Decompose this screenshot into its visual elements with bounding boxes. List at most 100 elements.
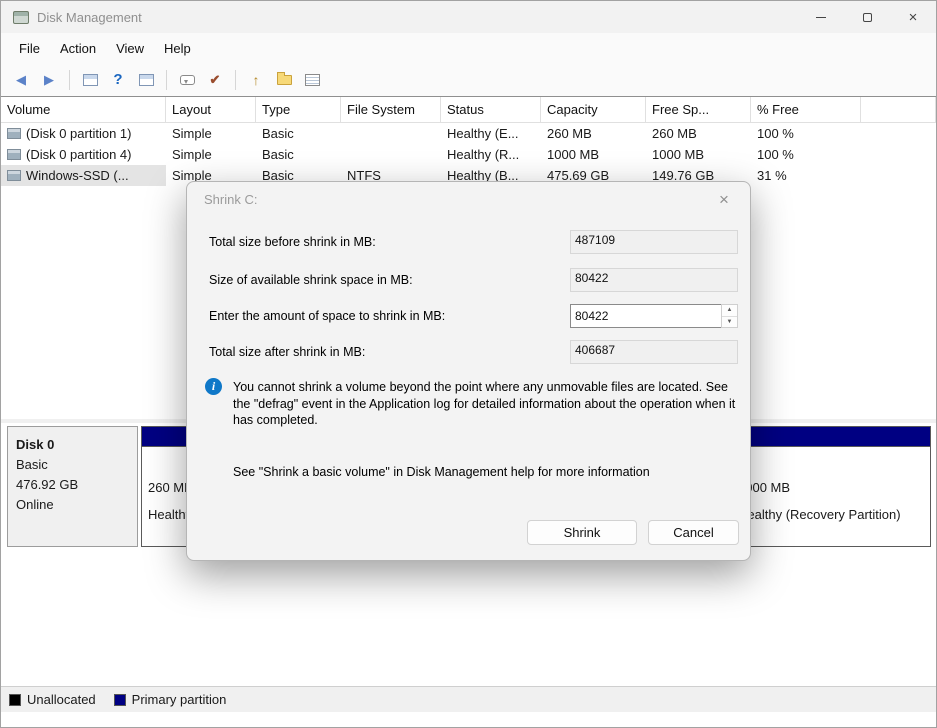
list-view-icon[interactable]	[300, 68, 324, 92]
close-icon: ×	[909, 9, 918, 26]
minimize-button[interactable]	[798, 1, 844, 33]
menu-view[interactable]: View	[106, 37, 154, 60]
column-filesystem[interactable]: File System	[341, 97, 441, 122]
shrink-amount-label: Enter the amount of space to shrink in M…	[209, 309, 445, 323]
pctfree-cell: 31 %	[751, 165, 861, 186]
toolbar-separator	[166, 70, 167, 90]
toolbar-separator	[235, 70, 236, 90]
status-cell: Healthy (E...	[441, 123, 541, 144]
show-console-tree-icon[interactable]	[78, 68, 102, 92]
freespace-cell: 1000 MB	[646, 144, 751, 165]
table-row[interactable]: (Disk 0 partition 1) Simple Basic Health…	[1, 123, 936, 144]
info-icon: i	[205, 378, 222, 395]
legend-item-unallocated: Unallocated	[9, 692, 96, 707]
capacity-cell: 1000 MB	[541, 144, 646, 165]
shrink-dialog: Shrink C: × Total size before shrink in …	[186, 181, 751, 561]
close-button[interactable]: ×	[890, 1, 936, 33]
toolbar-separator	[69, 70, 70, 90]
menu-action[interactable]: Action	[50, 37, 106, 60]
bubble-glyph	[180, 75, 195, 85]
volume-name: Windows-SSD (...	[26, 168, 129, 183]
column-layout[interactable]: Layout	[166, 97, 256, 122]
layout-cell: Simple	[166, 144, 256, 165]
console-tree-glyph	[83, 74, 98, 86]
spinner-control: ▲ ▼	[721, 304, 738, 328]
folder-icon[interactable]	[272, 68, 296, 92]
pctfree-cell: 100 %	[751, 123, 861, 144]
close-icon: ×	[719, 190, 729, 210]
primary-partition-swatch-icon	[114, 694, 126, 706]
type-cell: Basic	[256, 144, 341, 165]
partition-color-strip	[732, 427, 930, 447]
cancel-button[interactable]: Cancel	[648, 520, 739, 545]
filesystem-cell	[341, 123, 441, 144]
legend-label: Primary partition	[132, 692, 227, 707]
app-icon	[13, 11, 29, 24]
shrink-amount-field: 80422 ▲ ▼	[570, 304, 738, 328]
volume-icon	[7, 170, 21, 181]
volume-cell: Windows-SSD (...	[1, 165, 166, 186]
column-volume[interactable]: Volume	[1, 97, 166, 122]
title-bar: Disk Management ×	[1, 1, 936, 33]
partition-block-recovery[interactable]: 1000 MB Healthy (Recovery Partition)	[731, 426, 931, 547]
disk-status: Online	[16, 495, 137, 515]
layout-cell: Simple	[166, 123, 256, 144]
maximize-icon	[863, 13, 872, 22]
column-type[interactable]: Type	[256, 97, 341, 122]
total-after-value: 406687	[570, 340, 738, 364]
table-row[interactable]: (Disk 0 partition 4) Simple Basic Health…	[1, 144, 936, 165]
help-text: See "Shrink a basic volume" in Disk Mana…	[233, 465, 738, 479]
disk-name: Disk 0	[16, 435, 137, 455]
column-freespace[interactable]: Free Sp...	[646, 97, 751, 122]
shrink-amount-input[interactable]: 80422	[570, 304, 721, 328]
available-shrink-value: 80422	[570, 268, 738, 292]
shrink-button[interactable]: Shrink	[527, 520, 637, 545]
help-icon[interactable]: ?	[106, 68, 130, 92]
menu-help[interactable]: Help	[154, 37, 201, 60]
list-glyph	[305, 74, 320, 86]
capacity-cell: 260 MB	[541, 123, 646, 144]
toolbar: ◀ ▶ ? ✔ ↑	[1, 63, 936, 97]
total-before-label: Total size before shrink in MB:	[209, 235, 376, 249]
forward-icon[interactable]: ▶	[37, 68, 61, 92]
disk0-panel[interactable]: Disk 0 Basic 476.92 GB Online	[7, 426, 138, 547]
column-pctfree[interactable]: % Free	[751, 97, 861, 122]
dialog-title: Shrink C:	[204, 192, 257, 207]
check-icon[interactable]: ✔	[203, 68, 227, 92]
disk-type: Basic	[16, 455, 137, 475]
back-icon[interactable]: ◀	[9, 68, 33, 92]
partition-status: Healthy (Recovery Partition)	[738, 501, 930, 528]
action-pane-glyph	[139, 74, 154, 86]
type-cell: Basic	[256, 123, 341, 144]
unallocated-swatch-icon	[9, 694, 21, 706]
list-header: Volume Layout Type File System Status Ca…	[1, 97, 936, 123]
window-title: Disk Management	[37, 10, 142, 25]
total-after-label: Total size after shrink in MB:	[209, 345, 365, 359]
column-filler	[861, 97, 936, 122]
total-before-value: 487109	[570, 230, 738, 254]
partition-size: 1000 MB	[738, 474, 930, 501]
volume-cell: (Disk 0 partition 1)	[1, 123, 166, 144]
volume-name: (Disk 0 partition 1)	[26, 126, 131, 141]
disk-size: 476.92 GB	[16, 475, 137, 495]
column-status[interactable]: Status	[441, 97, 541, 122]
speech-bubble-icon[interactable]	[175, 68, 199, 92]
up-arrow-icon[interactable]: ↑	[244, 68, 268, 92]
disk-management-window: Disk Management × File Action View Help …	[0, 0, 937, 728]
dialog-close-button[interactable]: ×	[712, 188, 736, 212]
volume-icon	[7, 128, 21, 139]
legend-label: Unallocated	[27, 692, 96, 707]
window-controls: ×	[798, 1, 936, 33]
spinner-down-icon[interactable]: ▼	[722, 317, 737, 328]
column-capacity[interactable]: Capacity	[541, 97, 646, 122]
volume-cell: (Disk 0 partition 4)	[1, 144, 166, 165]
legend-item-primary: Primary partition	[114, 692, 227, 707]
show-action-pane-icon[interactable]	[134, 68, 158, 92]
maximize-button[interactable]	[844, 1, 890, 33]
freespace-cell: 260 MB	[646, 123, 751, 144]
spinner-up-icon[interactable]: ▲	[722, 305, 737, 317]
pctfree-cell: 100 %	[751, 144, 861, 165]
legend-bar: Unallocated Primary partition	[1, 686, 936, 712]
menu-file[interactable]: File	[9, 37, 50, 60]
available-shrink-label: Size of available shrink space in MB:	[209, 273, 413, 287]
